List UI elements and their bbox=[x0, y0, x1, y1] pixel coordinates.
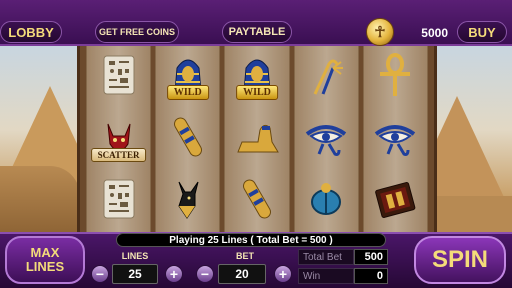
ankh-icon bbox=[372, 52, 418, 103]
bet-plus-button[interactable]: + bbox=[274, 265, 292, 283]
buy-button[interactable]: BUY bbox=[457, 21, 507, 43]
bet-value: 20 bbox=[218, 264, 266, 284]
hieroglyph-tablet-icon bbox=[96, 176, 142, 227]
reel-symbol bbox=[295, 48, 357, 106]
coin-icon: ☥ bbox=[366, 18, 394, 46]
spin-button[interactable]: SPIN bbox=[414, 236, 506, 284]
reel-symbol bbox=[88, 48, 150, 106]
sarcophagus-icon bbox=[165, 114, 211, 165]
reel-symbol bbox=[226, 110, 288, 168]
wild-label: WILD bbox=[166, 85, 209, 100]
paytable-button[interactable]: PAYTABLE bbox=[222, 21, 292, 43]
bet-label: BET bbox=[236, 251, 254, 261]
reel-symbol bbox=[295, 110, 357, 168]
max-lines-button[interactable]: MAX LINES bbox=[5, 236, 85, 284]
bet-info-text: Playing 25 Lines ( Total Bet = 500 ) bbox=[116, 233, 386, 247]
total-bet-value: 500 bbox=[354, 249, 388, 265]
get-free-coins-button[interactable]: GET FREE COINS bbox=[95, 21, 179, 43]
lobby-button[interactable]: LOBBY bbox=[0, 21, 62, 43]
coin-balance: 5000 bbox=[421, 26, 448, 40]
lines-plus-button[interactable]: + bbox=[165, 265, 183, 283]
lines-label: LINES bbox=[121, 251, 149, 261]
reel-symbol bbox=[364, 110, 426, 168]
max-lines-label: MAX LINES bbox=[25, 245, 65, 274]
reel-symbol: WILD bbox=[157, 48, 219, 106]
sarcophagus-icon bbox=[234, 176, 280, 227]
reel-symbol: SCATTER bbox=[88, 110, 150, 168]
reel-symbol bbox=[364, 172, 426, 230]
crook-flail-icon bbox=[303, 52, 349, 103]
wild-label: WILD bbox=[236, 85, 278, 100]
scatter-label: SCATTER bbox=[90, 148, 147, 162]
reel-4 bbox=[293, 46, 359, 232]
eye-of-horus-icon bbox=[372, 114, 418, 165]
bet-minus-button[interactable]: − bbox=[196, 265, 214, 283]
win-value: 0 bbox=[354, 268, 388, 284]
win-label: Win bbox=[298, 268, 354, 284]
sphinx-icon bbox=[234, 114, 280, 165]
hieroglyph-tablet-icon bbox=[96, 52, 142, 103]
reel-2: WILD bbox=[155, 46, 221, 232]
reel-1: SCATTER bbox=[86, 46, 152, 232]
book-icon bbox=[372, 176, 418, 227]
anubis-icon bbox=[165, 176, 211, 227]
reel-symbol bbox=[88, 172, 150, 230]
reel-5 bbox=[362, 46, 429, 232]
reel-symbol bbox=[157, 110, 219, 168]
lines-minus-button[interactable]: − bbox=[91, 265, 109, 283]
ruins bbox=[432, 196, 512, 232]
reels: SCATTER WILD WILD bbox=[86, 46, 429, 232]
scarab-icon bbox=[303, 176, 349, 227]
reel-symbol bbox=[157, 172, 219, 230]
reel-symbol bbox=[295, 172, 357, 230]
total-bet-label: Total Bet bbox=[298, 249, 354, 265]
reel-symbol bbox=[226, 172, 288, 230]
reel-symbol: WILD bbox=[226, 48, 288, 106]
lines-value: 25 bbox=[112, 264, 158, 284]
sphinx-statue bbox=[0, 166, 80, 232]
reel-symbol bbox=[364, 48, 426, 106]
reel-3: WILD bbox=[224, 46, 290, 232]
eye-of-horus-icon bbox=[303, 114, 349, 165]
